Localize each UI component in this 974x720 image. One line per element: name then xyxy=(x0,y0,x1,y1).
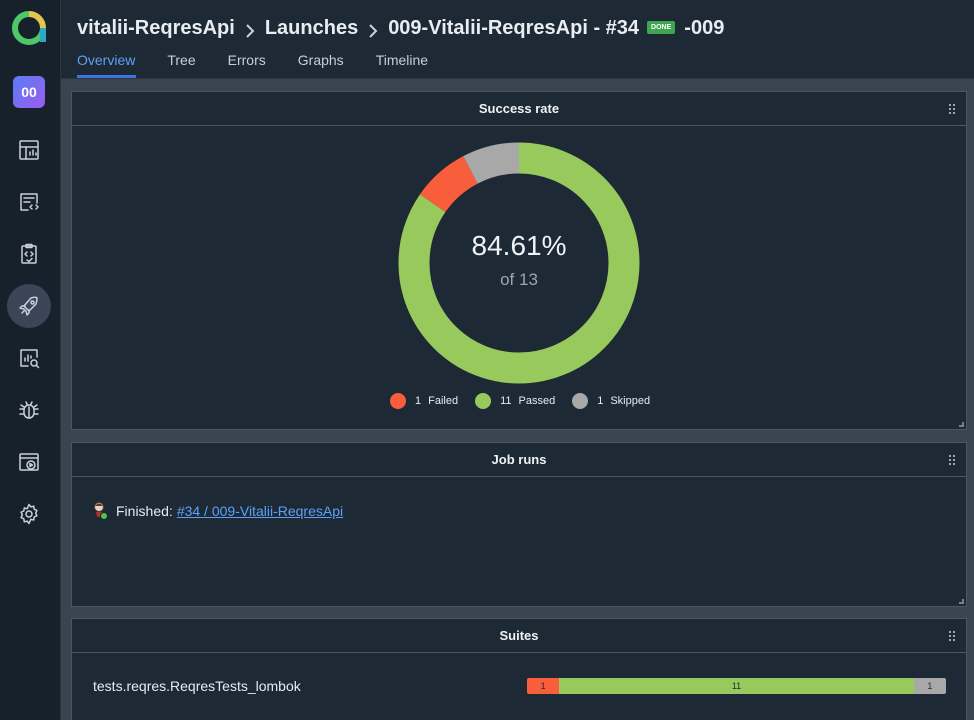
launches-rocket-icon[interactable] xyxy=(7,284,51,328)
widget-header: Job runs xyxy=(72,443,966,477)
launch-suffix: -009 xyxy=(684,16,725,39)
analytics-search-icon[interactable] xyxy=(7,336,51,380)
chart-legend: 1 Failed 11 Passed 1 Skipped xyxy=(390,393,667,409)
suite-bar-passed[interactable]: 11 xyxy=(559,678,914,694)
chevron-right-icon xyxy=(245,21,255,38)
legend-item-failed[interactable]: 1 Failed xyxy=(390,393,458,409)
legend-item-skipped[interactable]: 1 Skipped xyxy=(572,393,650,409)
settings-gear-icon[interactable] xyxy=(7,492,51,536)
widget-title: Job runs xyxy=(491,452,547,467)
widget-title: Suites xyxy=(499,628,539,643)
tab-timeline[interactable]: Timeline xyxy=(376,52,428,75)
widget-header: Suites xyxy=(72,619,966,653)
breadcrumb: vitalii-ReqresApi Launches 009-Vitalii-R… xyxy=(77,16,724,40)
suite-bar-failed[interactable]: 1 xyxy=(527,678,560,694)
suites-widget: Suites tests.reqres.ReqresTests_lombok 1… xyxy=(71,618,967,720)
success-rate-widget: Success rate 84.61% of 13 1 Failed 11 Pa… xyxy=(71,91,967,430)
legend-dot-failed xyxy=(390,393,406,409)
tab-overview[interactable]: Overview xyxy=(77,52,137,78)
job-run-row: Finished: #34 / 009-Vitalii-ReqresApi xyxy=(93,501,343,521)
test-cases-icon[interactable] xyxy=(7,180,51,224)
breadcrumb-launch-name: 009-Vitalii-ReqresApi - #34 xyxy=(388,16,640,39)
resize-handle-icon[interactable] xyxy=(959,422,964,427)
drag-handle-icon[interactable] xyxy=(949,455,957,465)
project-avatar[interactable]: 00 xyxy=(13,76,45,108)
jenkins-icon xyxy=(93,501,108,521)
breadcrumb-launches[interactable]: Launches xyxy=(265,17,358,40)
job-runs-widget: Job runs Finished: #34 / 009-Vitalii-Req… xyxy=(71,442,967,607)
legend-dot-passed xyxy=(475,393,492,409)
drag-handle-icon[interactable] xyxy=(949,631,957,641)
success-percentage: 84.61% xyxy=(471,230,567,261)
breadcrumb-project[interactable]: vitalii-ReqresApi xyxy=(77,17,235,40)
tab-graphs[interactable]: Graphs xyxy=(298,52,344,75)
drag-handle-icon[interactable] xyxy=(949,104,957,114)
job-status-text: Finished: xyxy=(116,503,173,519)
tab-errors[interactable]: Errors xyxy=(228,52,266,75)
allure-logo-icon[interactable] xyxy=(11,10,47,46)
success-rate-donut-chart: 84.61% of 13 xyxy=(398,142,640,384)
widget-header: Success rate xyxy=(72,92,966,126)
sidebar: 00 xyxy=(0,0,61,720)
legend-item-passed[interactable]: 11 Passed xyxy=(475,393,555,409)
dashboard-icon[interactable] xyxy=(7,128,51,172)
overview-content: Success rate 84.61% of 13 1 Failed 11 Pa… xyxy=(61,78,974,720)
total-count: of 13 xyxy=(500,270,538,289)
tab-tree[interactable]: Tree xyxy=(167,52,195,75)
chevron-right-icon xyxy=(368,21,378,38)
defects-bug-icon[interactable] xyxy=(7,388,51,432)
status-badge: DONE xyxy=(647,20,676,34)
resize-handle-icon[interactable] xyxy=(959,599,964,604)
jobs-play-icon[interactable] xyxy=(7,440,51,484)
job-run-link[interactable]: #34 / 009-Vitalii-ReqresApi xyxy=(177,503,343,519)
page-header: vitalii-ReqresApi Launches 009-Vitalii-R… xyxy=(61,0,974,78)
suite-bar-skipped[interactable]: 1 xyxy=(913,678,946,694)
test-plans-icon[interactable] xyxy=(7,232,51,276)
legend-dot-skipped xyxy=(572,393,589,409)
suite-status-bar[interactable]: 1 11 1 xyxy=(527,678,946,694)
tab-bar: Overview Tree Errors Graphs Timeline xyxy=(77,52,460,78)
suite-name[interactable]: tests.reqres.ReqresTests_lombok xyxy=(93,678,301,694)
widget-title: Success rate xyxy=(478,101,560,116)
